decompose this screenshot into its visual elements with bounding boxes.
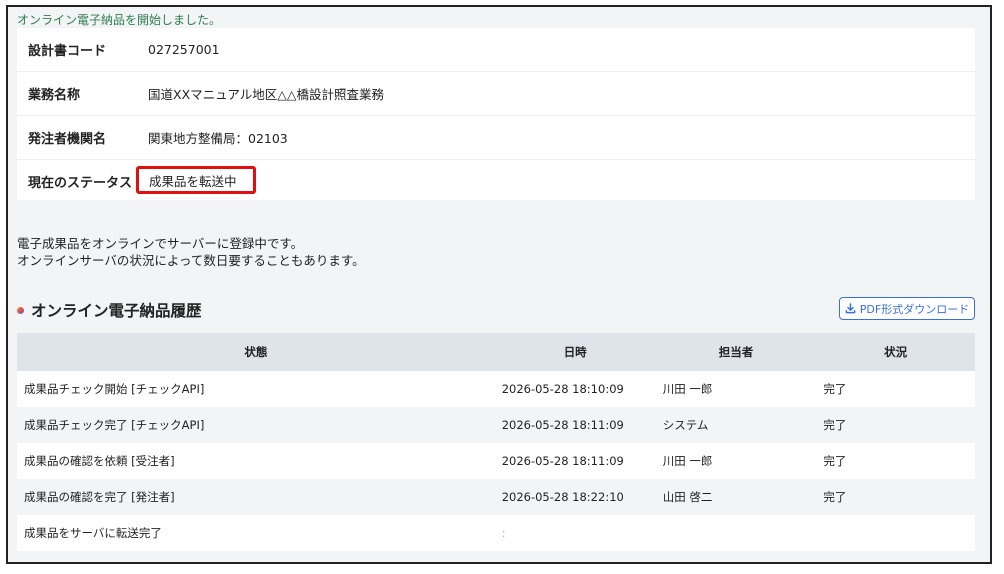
info-label: 現在のステータス xyxy=(28,176,133,191)
info-label: 設計書コード xyxy=(28,44,107,59)
status-notice: オンライン電子納品を開始しました。 xyxy=(17,13,222,27)
history-title: オンライン電子納品履歴 xyxy=(31,302,202,320)
table-row: 成果品チェック開始 [チェックAPI] 2026-05-28 18:10:09 … xyxy=(17,371,975,407)
cell-person: システム xyxy=(655,407,817,443)
table-row: 成果品の確認を依頼 [受注者] 2026-05-28 18:11:09 川田 一… xyxy=(17,443,975,479)
info-row-current-status: 現在のステータス 成果品を転送中 xyxy=(17,160,975,203)
column-header-person: 担当者 xyxy=(655,333,817,371)
info-row-project-name: 業務名称 国道XXマニュアル地区△△橋設計照査業務 xyxy=(17,72,975,116)
column-header-status: 状況 xyxy=(816,333,975,371)
current-status-highlight: 成果品を転送中 xyxy=(136,166,256,194)
cell-person: 川田 一郎 xyxy=(655,443,817,479)
table-header-row: 状態 日時 担当者 状況 xyxy=(17,333,975,371)
history-table: 状態 日時 担当者 状況 成果品チェック開始 [チェックAPI] 2026-05… xyxy=(17,333,975,551)
cell-state: 成果品の確認を依頼 [受注者] xyxy=(17,443,495,479)
info-value: 国道XXマニュアル地区△△橋設計照査業務 xyxy=(148,87,384,102)
cell-state: 成果品チェック完了 [チェックAPI] xyxy=(17,407,495,443)
info-row-client-agency: 発注者機関名 関東地方整備局：02103 xyxy=(17,116,975,160)
info-label: 業務名称 xyxy=(28,88,81,103)
cell-datetime: 2026-05-28 18:11:09 xyxy=(494,407,656,443)
info-card: 設計書コード 027257001 業務名称 国道XXマニュアル地区△△橋設計照査… xyxy=(17,28,975,200)
download-icon xyxy=(845,303,856,314)
cell-person xyxy=(655,515,817,551)
info-label: 発注者機関名 xyxy=(28,132,107,147)
cell-state: 成果品チェック開始 [チェックAPI] xyxy=(17,371,495,407)
cell-datetime: 2026-05-28 18:22:10 xyxy=(494,479,656,515)
pdf-download-button[interactable]: PDF形式ダウンロード xyxy=(839,297,975,320)
cell-status: 完了 xyxy=(816,479,975,515)
info-value: 027257001 xyxy=(148,42,220,57)
cell-state: 成果品をサーバに転送完了 xyxy=(17,515,495,551)
message-line-1: 電子成果品をオンラインでサーバーに登録中です。 xyxy=(17,236,304,251)
history-section-title: オンライン電子納品履歴 xyxy=(17,299,202,321)
info-value: 関東地方整備局：02103 xyxy=(148,131,288,146)
cell-datetime: 2026-05-28 18:10:09 xyxy=(494,371,656,407)
page-frame: オンライン電子納品を開始しました。 設計書コード 027257001 業務名称 … xyxy=(6,5,992,564)
cell-datetime: : xyxy=(494,515,656,551)
cell-status xyxy=(816,515,975,551)
table-row: 成果品の確認を完了 [発注者] 2026-05-28 18:22:10 山田 啓… xyxy=(17,479,975,515)
message-line-2: オンラインサーバの状況によって数日要することもあります。 xyxy=(17,253,365,268)
current-status-value: 成果品を転送中 xyxy=(149,173,237,189)
table-row: 成果品をサーバに転送完了 : xyxy=(17,515,975,551)
cell-state: 成果品の確認を完了 [発注者] xyxy=(17,479,495,515)
cell-status: 完了 xyxy=(816,443,975,479)
column-header-datetime: 日時 xyxy=(494,333,656,371)
cell-person: 山田 啓二 xyxy=(655,479,817,515)
status-message: 電子成果品をオンラインでサーバーに登録中です。 オンラインサーバの状況によって数… xyxy=(17,235,365,269)
gradient-dot-icon xyxy=(17,306,24,314)
cell-datetime: 2026-05-28 18:11:09 xyxy=(494,443,656,479)
column-header-state: 状態 xyxy=(17,333,495,371)
cell-person: 川田 一郎 xyxy=(655,371,817,407)
info-row-design-code: 設計書コード 027257001 xyxy=(17,28,975,72)
cell-status: 完了 xyxy=(816,407,975,443)
pdf-download-label: PDF形式ダウンロード xyxy=(859,302,970,316)
table-row: 成果品チェック完了 [チェックAPI] 2026-05-28 18:11:09 … xyxy=(17,407,975,443)
cell-status: 完了 xyxy=(816,371,975,407)
